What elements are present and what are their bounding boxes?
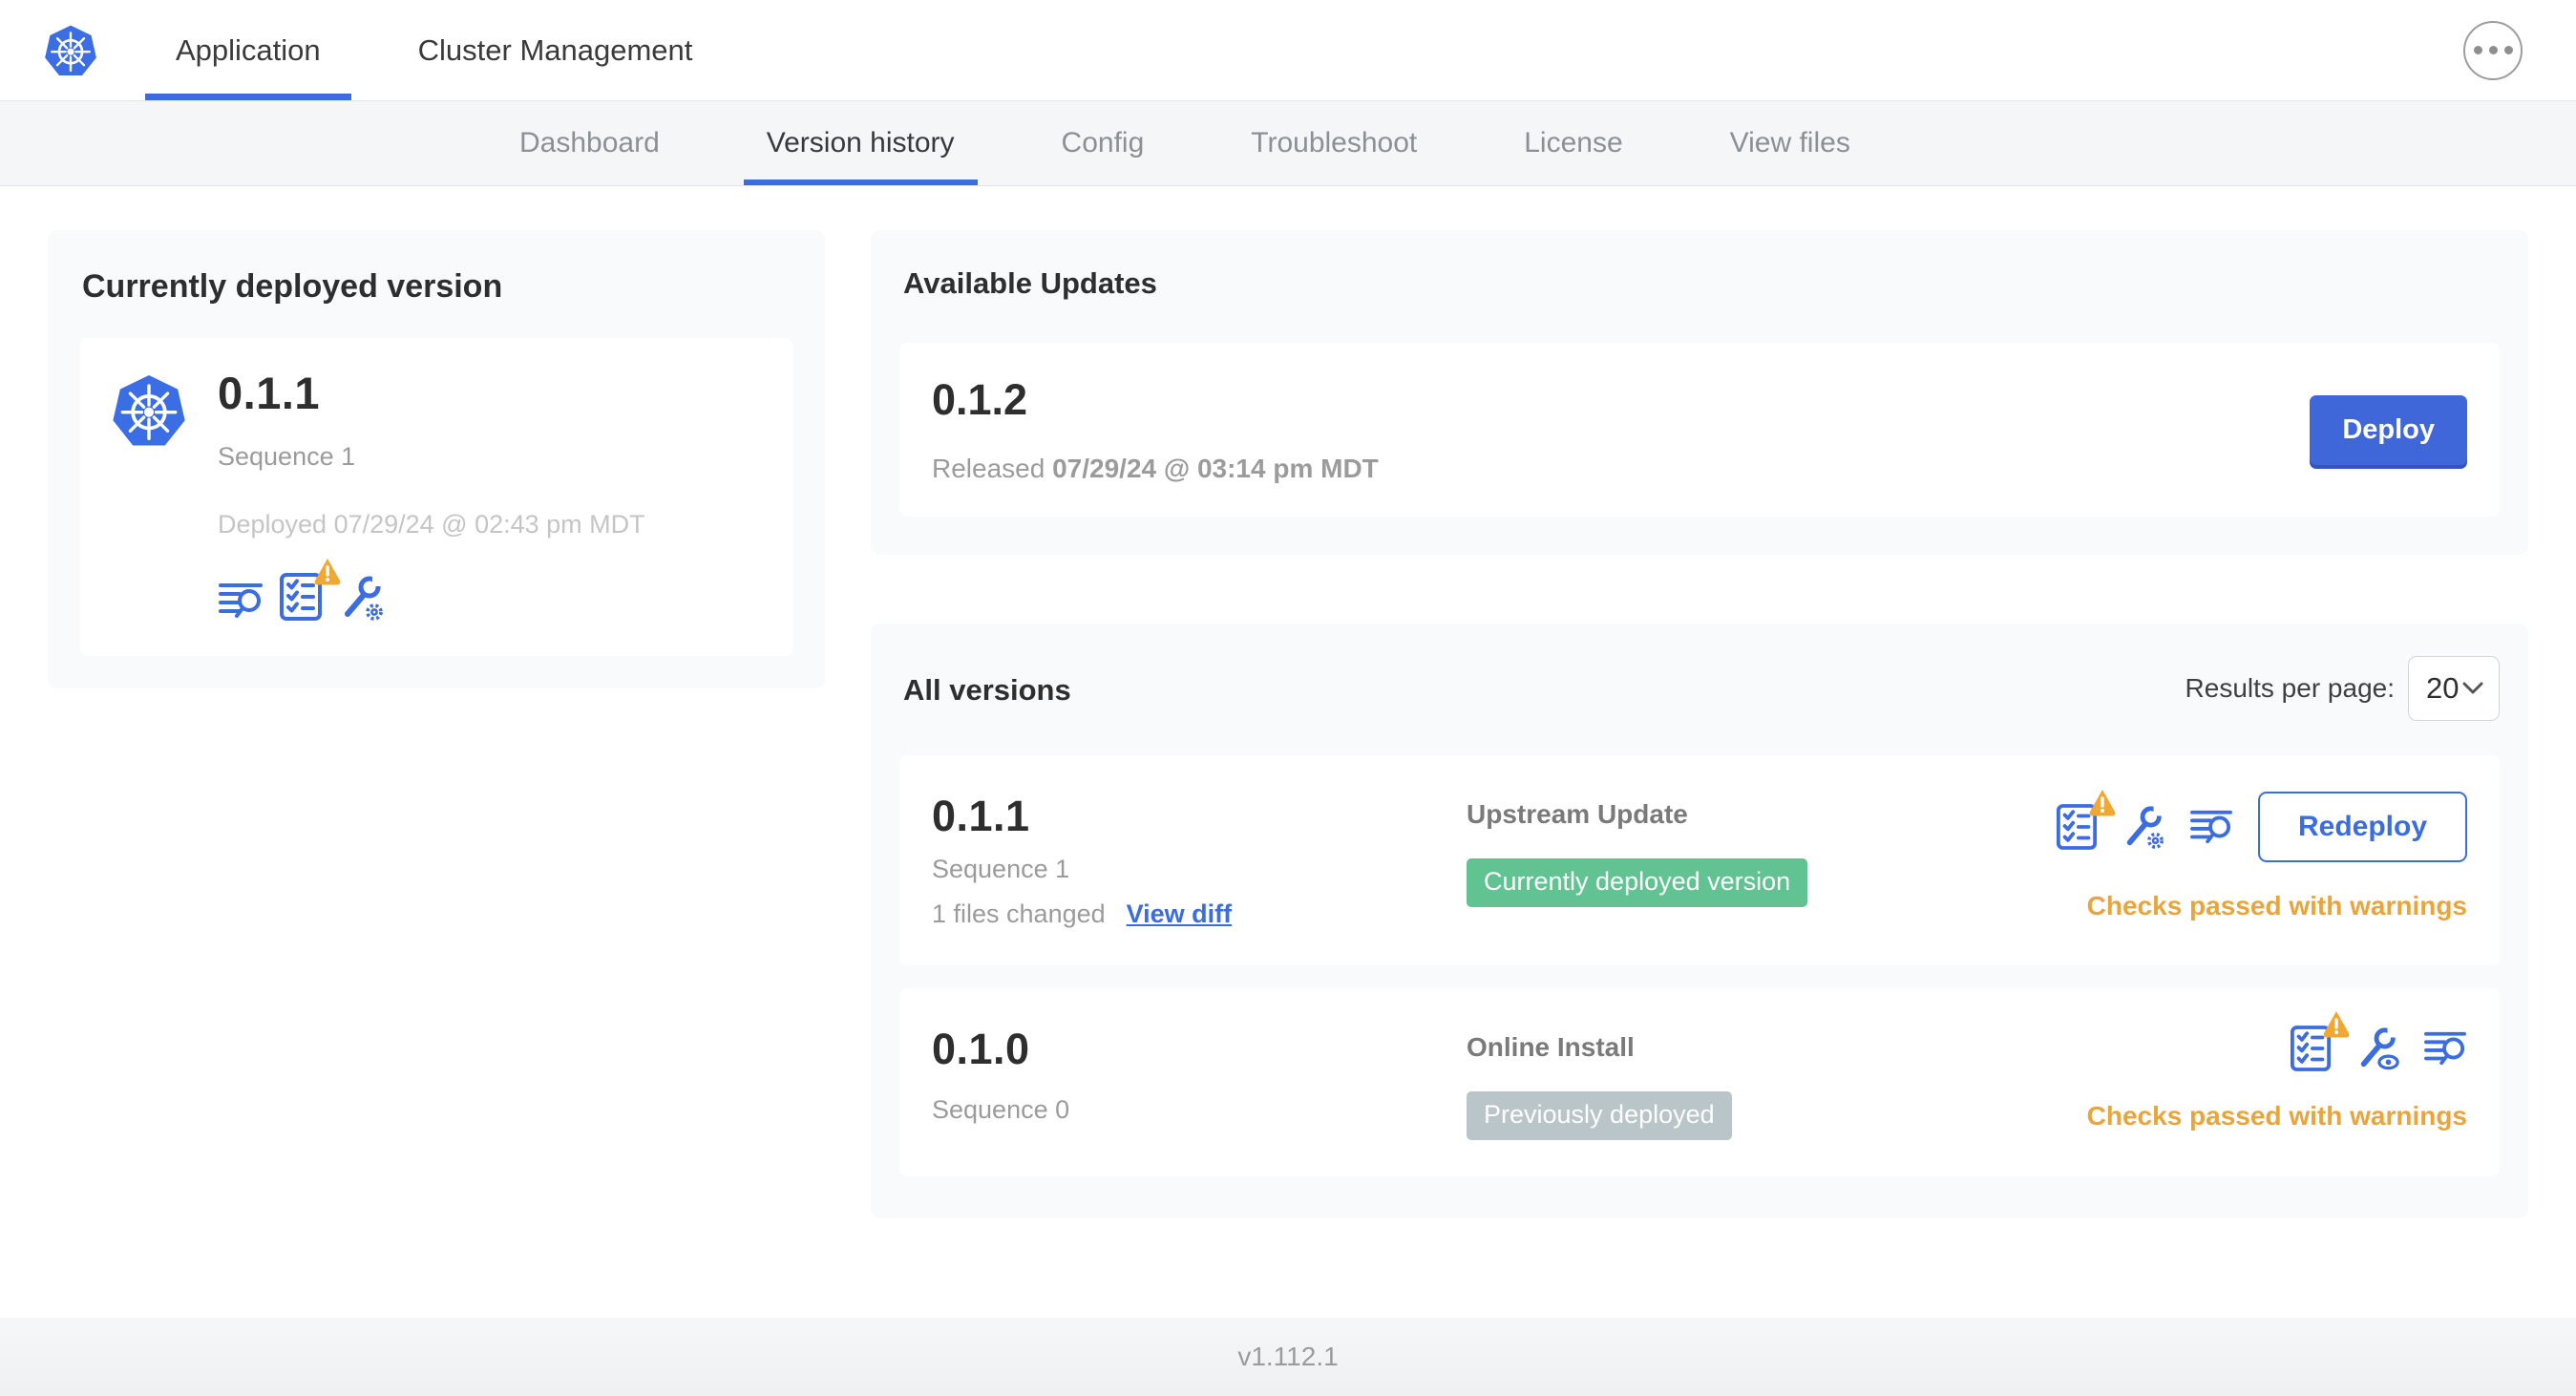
right-column: Available Updates 0.1.2 Released 07/29/2… [871,230,2528,1218]
warning-triangle-icon [2087,788,2117,817]
tab-view-files[interactable]: View files [1707,101,1873,185]
app-logo [42,0,99,100]
previously-deployed-badge: Previously deployed [1467,1091,1732,1140]
ellipsis-icon [2503,46,2513,54]
row-sequence: Sequence 1 [932,855,1070,883]
update-version-number: 0.1.2 [932,375,1028,424]
current-version-number: 0.1.1 [218,368,321,418]
tab-version-history[interactable]: Version history [743,101,978,185]
currently-deployed-badge: Currently deployed version [1467,858,1808,907]
preflight-checks-warning-icon[interactable] [2056,788,2117,851]
tab-application[interactable]: Application [145,0,351,100]
update-released-timestamp: Released 07/29/24 @ 03:14 pm MDT [932,454,1379,484]
preflight-checks-warning-icon[interactable] [2290,1009,2351,1072]
view-diff-link[interactable]: View diff [1127,899,1233,929]
ellipsis-icon [2488,46,2498,54]
tab-cluster-management-label: Cluster Management [417,32,693,67]
available-updates-card: Available Updates 0.1.2 Released 07/29/2… [871,230,2528,555]
released-label: Released [932,454,1045,483]
app-sub-nav: Dashboard Version history Config Trouble… [0,101,2576,186]
preflight-checks-warning-icon[interactable] [279,557,342,622]
version-row-0-1-0: 0.1.0 Sequence 0 Online Install Previous… [899,988,2500,1176]
ellipsis-icon [2473,46,2482,54]
more-options-button[interactable] [2463,20,2523,80]
currently-deployed-card: Currently deployed version 0.1.1 Sequenc… [48,230,825,688]
main-content: Currently deployed version 0.1.1 Sequenc… [0,186,2576,1318]
version-row-0-1-1: 0.1.1 Sequence 1 1 files changed View di… [899,755,2500,965]
preflight-status-text: Checks passed with warnings [2086,1101,2467,1131]
console-version: v1.112.1 [1237,1342,1339,1371]
deploy-button[interactable]: Deploy [2310,394,2467,465]
all-versions-card: All versions Results per page: 20 0.1.1 … [871,624,2528,1218]
results-per-page-label: Results per page: [2185,673,2395,703]
warning-triangle-icon [2322,1009,2351,1039]
release-notes-icon[interactable] [218,580,264,622]
tab-config[interactable]: Config [1039,101,1168,185]
chevron-down-icon [2462,682,2483,694]
currently-deployed-version-panel: 0.1.1 Sequence 1 Deployed 07/29/24 @ 02:… [80,338,792,656]
current-version-sequence: Sequence 1 [218,442,356,471]
preflight-status-text: Checks passed with warnings [2086,891,2467,920]
all-versions-title: All versions [903,673,1071,707]
available-updates-title: Available Updates [903,266,1157,300]
kubernetes-logo-icon [43,23,98,76]
edit-config-icon[interactable] [2121,804,2166,850]
kubernetes-app-icon [111,373,187,448]
results-per-page-value: 20 [2426,671,2460,705]
release-notes-icon[interactable] [2423,1028,2467,1068]
files-changed-label: 1 files changed [932,899,1106,928]
row-sequence: Sequence 0 [932,1095,1070,1124]
view-config-icon[interactable] [2354,1026,2400,1071]
version-source-label: Upstream Update [1467,799,1688,829]
tab-cluster-management[interactable]: Cluster Management [388,0,724,100]
tab-license[interactable]: License [1501,101,1645,185]
current-version-deployed-timestamp: Deployed 07/29/24 @ 02:43 pm MDT [218,510,645,539]
tab-troubleshoot[interactable]: Troubleshoot [1228,101,1440,185]
available-update-row: 0.1.2 Released 07/29/24 @ 03:14 pm MDT D… [899,343,2500,517]
top-nav-tabs: Application Cluster Management [145,0,723,100]
row-version-number: 0.1.1 [932,792,1030,840]
redeploy-button[interactable]: Redeploy [2257,792,2467,862]
tab-application-label: Application [176,32,321,67]
results-per-page-select[interactable]: 20 [2408,656,2500,721]
tab-dashboard[interactable]: Dashboard [496,101,683,185]
currently-deployed-title: Currently deployed version [82,268,503,305]
page-footer: v1.112.1 [0,1318,2576,1396]
top-nav: Application Cluster Management [0,0,2576,101]
edit-config-icon[interactable] [338,574,386,622]
released-date: 07/29/24 @ 03:14 pm MDT [1052,454,1379,483]
row-version-number: 0.1.0 [932,1025,1030,1073]
release-notes-icon[interactable] [2189,807,2233,847]
version-source-label: Online Install [1467,1032,1635,1062]
